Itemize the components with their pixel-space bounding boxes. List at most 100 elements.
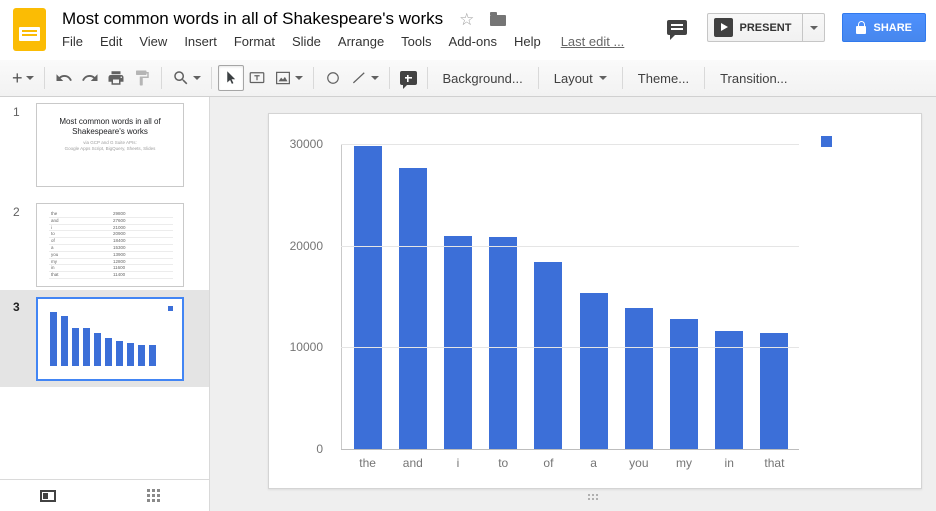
thumb-table-row: you13900 (49, 252, 173, 259)
bar-column: my (661, 144, 706, 449)
thumb-table-row: to20900 (49, 231, 173, 238)
x-tick-label: you (616, 456, 661, 470)
bar (489, 237, 517, 449)
gridline (341, 246, 799, 247)
menu-help[interactable]: Help (514, 34, 541, 49)
present-options-button[interactable] (803, 13, 825, 42)
menu-tools[interactable]: Tools (401, 34, 431, 49)
insert-shape-button[interactable] (320, 65, 346, 91)
present-button[interactable]: PRESENT (707, 13, 804, 42)
text-box-icon (248, 69, 266, 87)
select-tool-button[interactable] (218, 65, 244, 91)
notes-resize-handle[interactable] (588, 494, 600, 501)
thumb-table-row: the29800 (49, 211, 173, 218)
bar (625, 308, 653, 449)
star-icon[interactable]: ☆ (459, 11, 474, 28)
menu-addons[interactable]: Add-ons (449, 34, 497, 49)
redo-button[interactable] (77, 65, 103, 91)
gridline (341, 144, 799, 145)
insert-image-button[interactable] (270, 65, 307, 91)
menu-arrange[interactable]: Arrange (338, 34, 384, 49)
x-tick-label: and (390, 456, 435, 470)
thumb-table-count: 15300 (113, 245, 126, 251)
chevron-down-icon (193, 76, 201, 80)
zoom-icon (172, 69, 190, 87)
share-button[interactable]: SHARE (842, 13, 926, 42)
thumb-bar (83, 328, 90, 366)
thumb-table-row: in11600 (49, 265, 173, 272)
thumb-table-word: that (49, 272, 113, 278)
slides-logo-icon[interactable] (13, 8, 46, 51)
filmstrip-view-icon[interactable] (40, 490, 56, 502)
grid-view-icon[interactable] (147, 489, 161, 503)
insert-line-button[interactable] (346, 65, 383, 91)
x-tick-label: the (345, 456, 390, 470)
slides-logo-lines (19, 27, 40, 41)
menu-slide[interactable]: Slide (292, 34, 321, 49)
layout-button[interactable]: Layout (545, 65, 616, 91)
menu-insert[interactable]: Insert (184, 34, 217, 49)
menu-bar: File Edit View Insert Format Slide Arran… (62, 34, 624, 49)
background-button[interactable]: Background... (434, 65, 532, 91)
play-icon (714, 18, 733, 37)
bar (354, 146, 382, 449)
print-icon (107, 69, 125, 87)
slide-thumbnail-2[interactable]: the29800and27600i21000to20900of18400a153… (36, 203, 184, 287)
menu-format[interactable]: Format (234, 34, 275, 49)
thumb-bar (72, 328, 79, 366)
bar (399, 168, 427, 449)
document-title[interactable]: Most common words in all of Shakespeare'… (62, 9, 443, 29)
move-to-folder-icon[interactable] (490, 15, 506, 26)
plus-icon: + (12, 69, 23, 87)
chart-plot[interactable]: theanditoofayoumyinthat 0100002000030000 (269, 114, 921, 488)
layout-label: Layout (554, 71, 593, 86)
transition-button[interactable]: Transition... (711, 65, 796, 91)
zoom-button[interactable] (168, 65, 205, 91)
y-tick-label: 30000 (269, 137, 323, 151)
image-icon (274, 69, 292, 87)
insert-comment-button[interactable] (396, 65, 421, 91)
last-edit-link[interactable]: Last edit ... (561, 34, 625, 49)
toolbar-separator (44, 67, 45, 89)
theme-button[interactable]: Theme... (629, 65, 698, 91)
undo-button[interactable] (51, 65, 77, 91)
comments-button[interactable] (667, 20, 687, 35)
menu-edit[interactable]: Edit (100, 34, 122, 49)
thumb1-subtitle-2: Google Apps Script, BigQuery, Sheets, Sl… (45, 146, 175, 152)
thumb-table-count: 12800 (113, 259, 126, 265)
y-tick-label: 10000 (269, 340, 323, 354)
toolbar-separator (704, 67, 705, 89)
text-box-button[interactable] (244, 65, 270, 91)
toolbar-separator (538, 67, 539, 89)
x-tick-label: of (526, 456, 571, 470)
slide-number-1: 1 (13, 105, 20, 119)
x-tick-label: i (435, 456, 480, 470)
print-button[interactable] (103, 65, 129, 91)
paint-format-button[interactable] (129, 65, 155, 91)
x-tick-label: to (481, 456, 526, 470)
new-slide-button[interactable]: + (8, 65, 38, 91)
cursor-icon (222, 69, 240, 87)
menu-view[interactable]: View (139, 34, 167, 49)
thumb-bar (50, 312, 57, 366)
thumb-table-word: in (49, 265, 113, 271)
line-icon (350, 69, 368, 87)
slide-thumbnail-3[interactable] (36, 297, 184, 381)
thumb-table-count: 18400 (113, 238, 126, 244)
thumb-table-word: i (49, 225, 113, 231)
gridline (341, 347, 799, 348)
toolbar-separator (211, 67, 212, 89)
menu-file[interactable]: File (62, 34, 83, 49)
thumb-table-row: my12800 (49, 259, 173, 266)
comment-icon (667, 20, 687, 35)
thumb1-title: Most common words in all of Shakespeare'… (49, 117, 171, 137)
y-tick-label: 0 (269, 442, 323, 456)
thumb-table-word: the (49, 211, 113, 217)
slide-thumbnail-1[interactable]: Most common words in all of Shakespeare'… (36, 103, 184, 187)
slide-number-2: 2 (13, 205, 20, 219)
thumb-table-word: of (49, 238, 113, 244)
google-slides-app: Most common words in all of Shakespeare'… (0, 0, 936, 511)
app-header: Most common words in all of Shakespeare'… (0, 0, 936, 60)
shape-icon (324, 69, 342, 87)
slide-canvas[interactable]: theanditoofayoumyinthat 0100002000030000 (268, 113, 922, 489)
